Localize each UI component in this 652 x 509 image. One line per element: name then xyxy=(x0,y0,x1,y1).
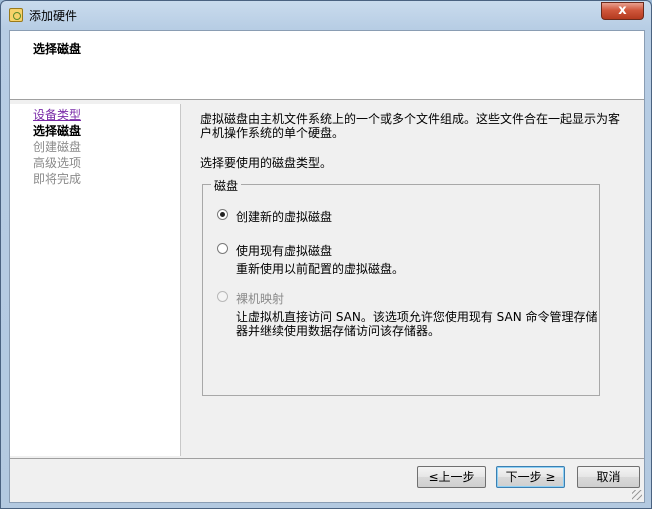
use-existing-disk-desc: 重新使用以前配置的虚拟磁盘。 xyxy=(236,262,405,276)
raw-device-mapping-desc-line-2: 器并继续使用数据存储访问该存储器。 xyxy=(236,324,441,338)
use-existing-disk-label[interactable]: 使用现有虚拟磁盘 xyxy=(236,242,332,259)
step-ready-to-complete: 即将完成 xyxy=(33,172,82,186)
step-create-disk: 创建磁盘 xyxy=(33,140,82,154)
use-existing-disk-radio[interactable] xyxy=(217,243,228,254)
title-bar[interactable]: 添加硬件 x xyxy=(1,1,651,29)
step-device-type-link[interactable]: 设备类型 xyxy=(33,107,81,123)
disk-type-prompt: 选择要使用的磁盘类型。 xyxy=(200,156,333,170)
raw-device-mapping-radio xyxy=(217,291,228,302)
page-title: 选择磁盘 xyxy=(33,42,82,56)
step-select-disk: 选择磁盘 xyxy=(33,124,82,138)
description-text: 虚拟磁盘由主机文件系统上的一个或多个文件组成。这些文件合在一起显示为客 户机操作… xyxy=(200,112,628,140)
add-hardware-window: 添加硬件 x 选择磁盘 设备类型 选择磁盘 创建磁盘 高级选项 即将完成 虚拟磁… xyxy=(0,0,652,509)
disk-group-label: 磁盘 xyxy=(211,177,242,194)
window-title: 添加硬件 xyxy=(29,9,78,23)
wizard-client-area: 选择磁盘 设备类型 选择磁盘 创建磁盘 高级选项 即将完成 虚拟磁盘由主机文件系… xyxy=(9,30,645,503)
wizard-header: 选择磁盘 xyxy=(10,31,644,100)
wizard-step-list: 设备类型 选择磁盘 创建磁盘 高级选项 即将完成 xyxy=(10,104,181,456)
cancel-button[interactable]: 取消 xyxy=(577,466,640,488)
raw-device-mapping-label: 裸机映射 xyxy=(236,292,285,306)
description-line-2: 户机操作系统的单个硬盘。 xyxy=(200,126,345,140)
wizard-content: 虚拟磁盘由主机文件系统上的一个或多个文件组成。这些文件合在一起显示为客 户机操作… xyxy=(200,104,630,456)
close-button[interactable]: x xyxy=(601,2,644,20)
disk-groupbox: 磁盘 创建新的虚拟磁盘 使用现有虚拟磁盘 重新使用以前配置的虚拟磁盘。 裸机映射… xyxy=(202,177,600,396)
description-line-1: 虚拟磁盘由主机文件系统上的一个或多个文件组成。这些文件合在一起显示为客 xyxy=(200,112,621,126)
resize-grip-icon[interactable] xyxy=(632,490,642,500)
step-advanced-options: 高级选项 xyxy=(33,156,82,170)
raw-device-mapping-desc-line-1: 让虚拟机直接访问 SAN。该选项允许您使用现有 SAN 命令管理存储 xyxy=(236,310,598,324)
create-new-disk-radio[interactable] xyxy=(217,209,228,220)
next-button[interactable]: 下一步 ≥ xyxy=(496,466,565,488)
footer-divider xyxy=(10,458,644,459)
hardware-wizard-icon xyxy=(9,8,23,22)
back-button[interactable]: ≤上一步 xyxy=(417,466,486,488)
create-new-disk-label[interactable]: 创建新的虚拟磁盘 xyxy=(236,208,332,225)
